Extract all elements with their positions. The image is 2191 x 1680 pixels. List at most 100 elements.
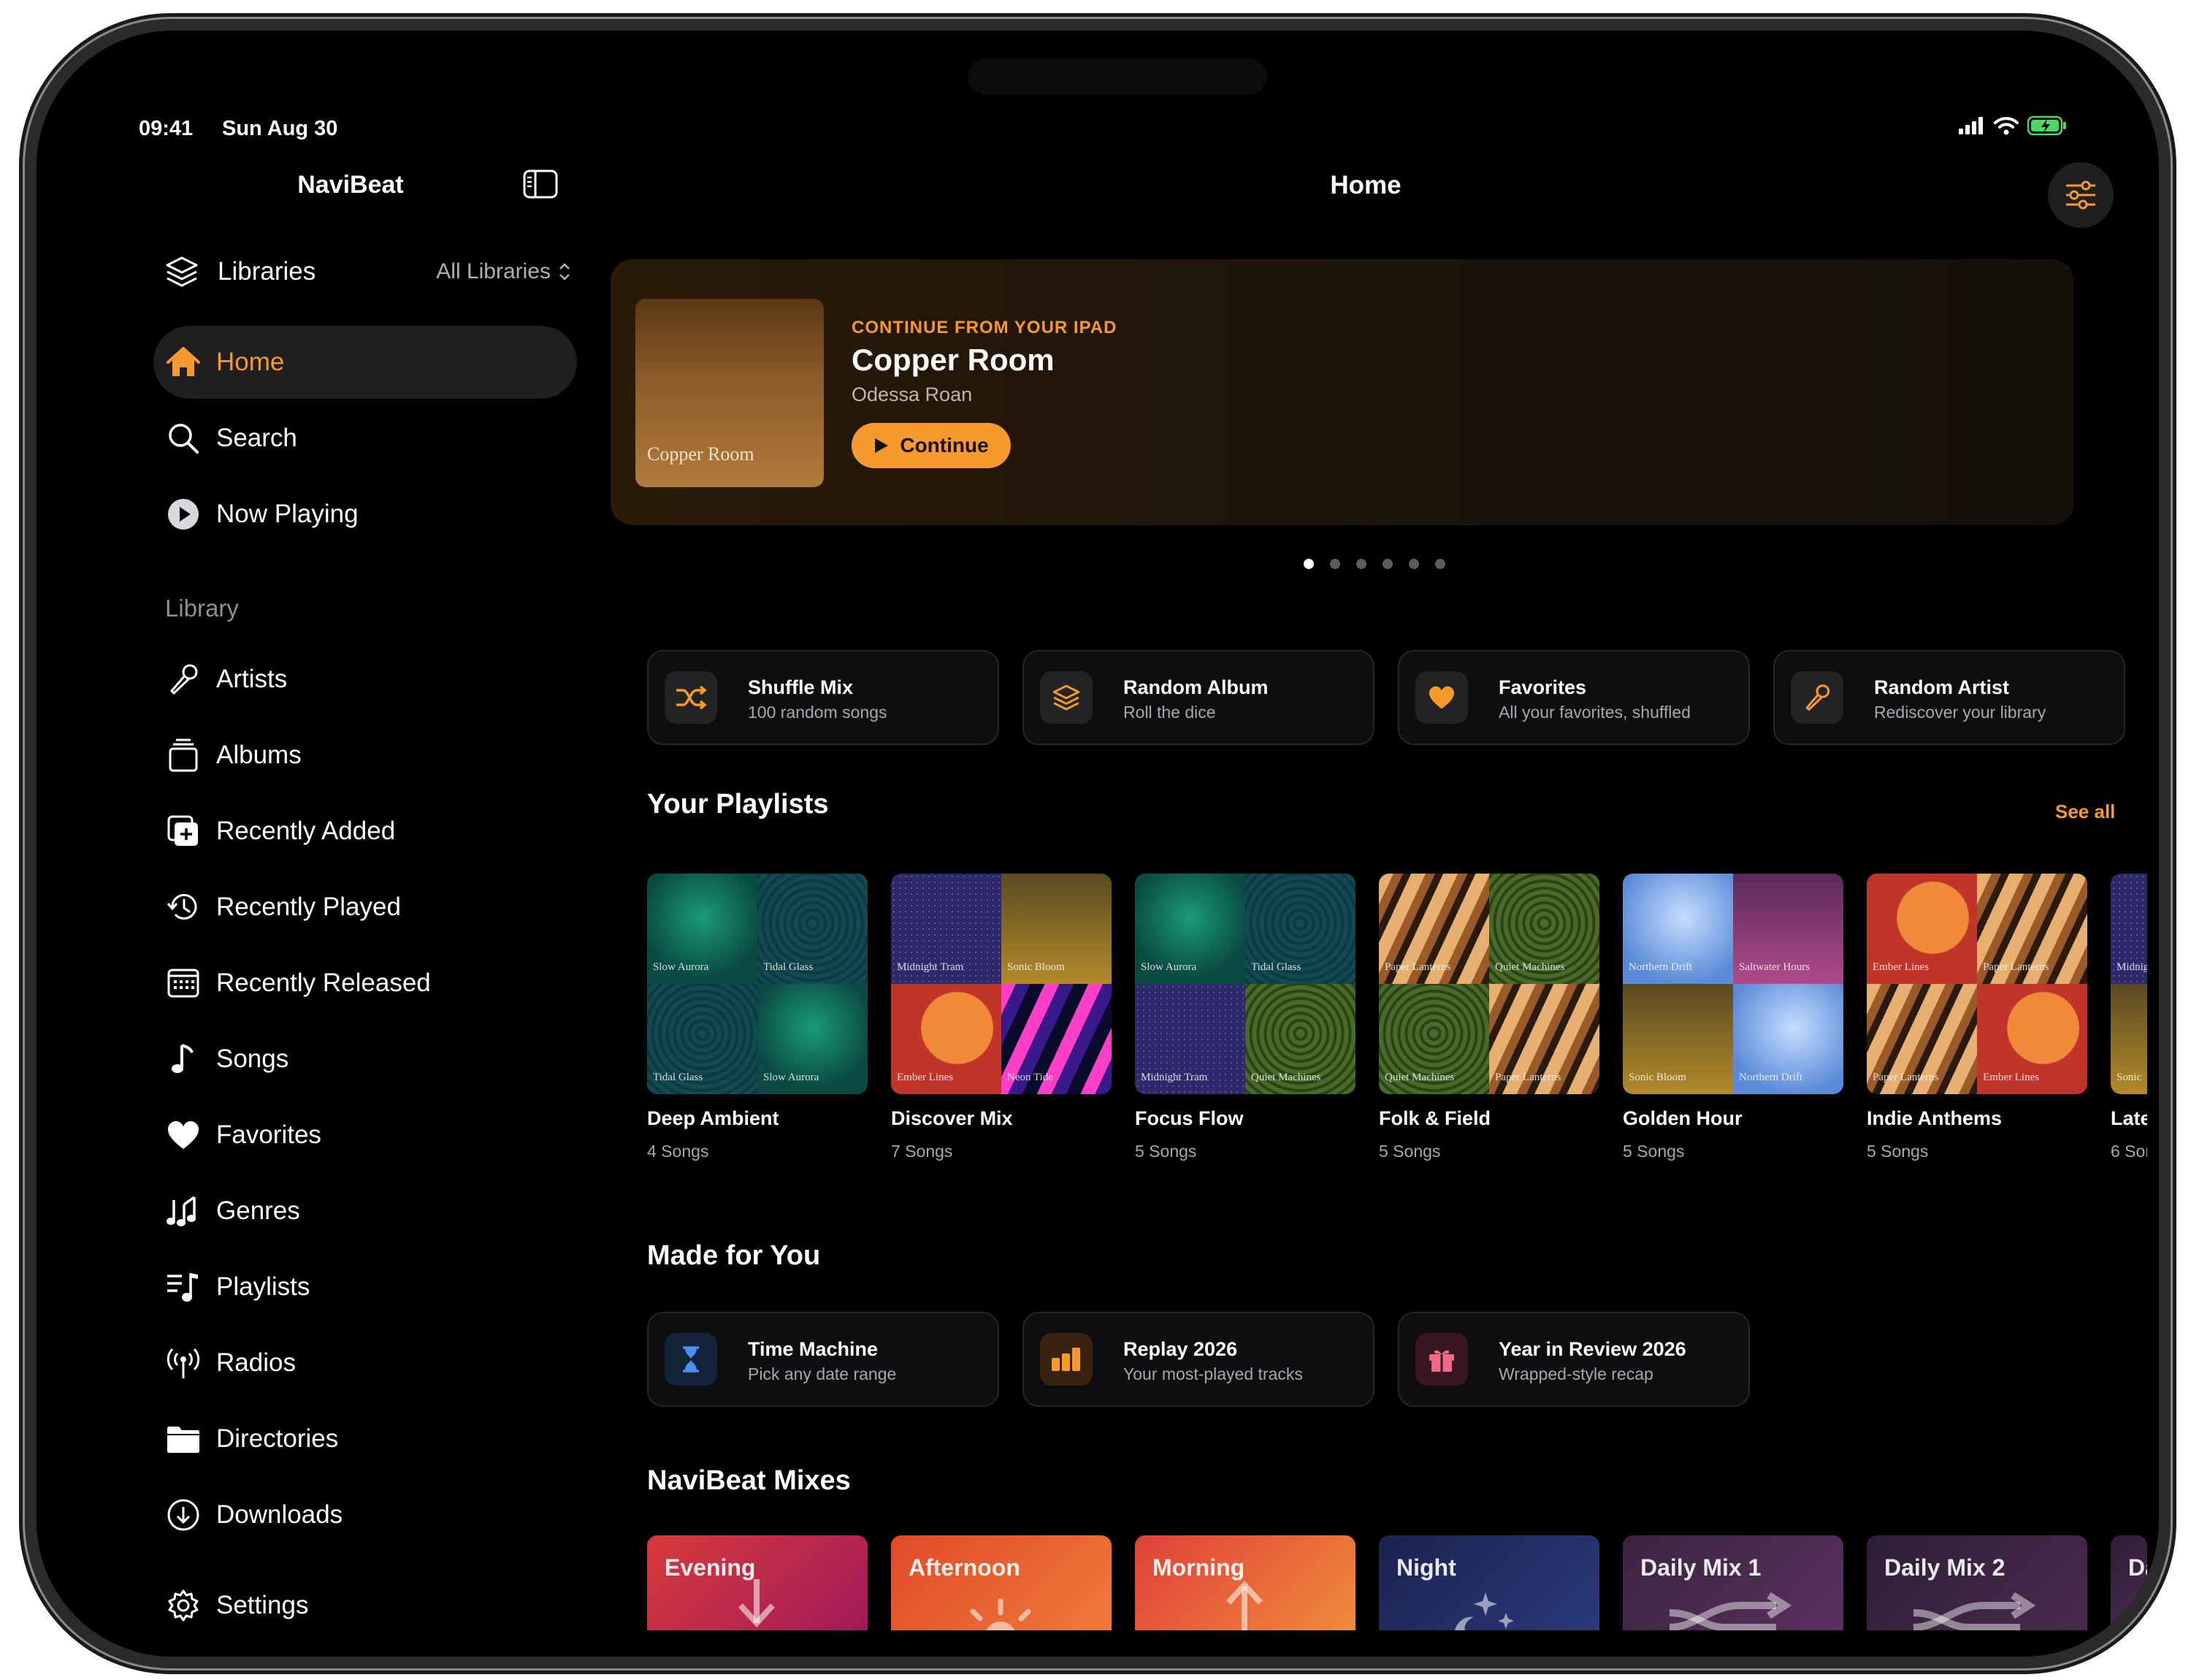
card-subtitle: 100 random songs: [748, 703, 887, 722]
mix-title: Daily Mix 1: [1640, 1554, 1762, 1581]
card-subtitle: All your favorites, shuffled: [1499, 703, 1691, 722]
mix-title: Evening: [665, 1554, 756, 1581]
libraries-selector[interactable]: Libraries All Libraries: [164, 250, 571, 294]
favorites-card[interactable]: Favorites All your favorites, shuffled: [1398, 650, 1750, 745]
heart-icon: [1415, 671, 1468, 724]
tile-label: Paper Lanterns: [1385, 961, 1451, 973]
mix-card[interactable]: Afternoon: [891, 1535, 1112, 1630]
carousel-page-dots[interactable]: [1304, 559, 1445, 569]
random-artist-card[interactable]: Random Artist Rediscover your library: [1773, 650, 2125, 745]
card-subtitle: Roll the dice: [1123, 703, 1216, 722]
bar-chart-icon: [1040, 1333, 1093, 1386]
libraries-value-text: All Libraries: [436, 259, 551, 283]
tile-label: Quiet Machines: [1251, 1072, 1321, 1083]
sidebar-item-now-playing[interactable]: Now Playing: [153, 478, 577, 551]
page-dot[interactable]: [1330, 559, 1340, 569]
art-tile: Midnig: [2111, 874, 2147, 984]
cellular-icon: [1959, 117, 1983, 134]
art-tile: Slow Aurora: [1135, 874, 1245, 984]
mix-card[interactable]: Daily Mix 2: [1867, 1535, 2087, 1630]
mix-card[interactable]: Night: [1379, 1535, 1599, 1630]
sidebar-item-radios[interactable]: Radios: [153, 1326, 577, 1400]
sidebar-toggle-icon[interactable]: [523, 169, 558, 199]
art-tile: Saltwater Hours: [1733, 874, 1843, 984]
ipad-frame: 09:41 Sun Aug 30 NaviBeat Libraries All …: [25, 19, 2171, 1668]
art-tile: Midnight Tram: [891, 874, 1001, 984]
mix-card[interactable]: Morning: [1135, 1535, 1355, 1630]
libraries-label: Libraries: [218, 257, 316, 286]
sidebar-item-label: Downloads: [216, 1500, 343, 1529]
playlist-card[interactable]: Ember Lines Paper Lanterns Paper Lantern…: [1867, 874, 2087, 1161]
see-all-link[interactable]: See all: [2055, 801, 2115, 823]
sidebar-item-genres[interactable]: Genres: [153, 1175, 577, 1248]
art-tile: Paper Lanterns: [1379, 874, 1489, 984]
page-dot[interactable]: [1356, 559, 1366, 569]
shuffle-mix-card[interactable]: Shuffle Mix 100 random songs: [647, 650, 999, 745]
art-tile: Quiet Machines: [1379, 984, 1489, 1094]
playlist-card[interactable]: Paper Lanterns Quiet Machines Quiet Mach…: [1379, 874, 1599, 1161]
tile-label: Ember Lines: [1983, 1072, 2040, 1083]
playlist-art: Midnig Sonic: [2111, 874, 2147, 1094]
sidebar-item-albums[interactable]: Albums: [153, 719, 577, 792]
sidebar-item-artists[interactable]: Artists: [153, 643, 577, 716]
sidebar-item-favorites[interactable]: Favorites: [153, 1099, 577, 1172]
tile-label: Quiet Machines: [1495, 961, 1565, 973]
sidebar-item-home[interactable]: Home: [153, 326, 577, 399]
art-tile: Northern Drift: [1733, 984, 1843, 1094]
tile-label: Ember Lines: [897, 1072, 954, 1083]
wifi-icon: [1994, 117, 2019, 135]
playlist-card[interactable]: Midnig Sonic Late 6 Son: [2111, 874, 2147, 1161]
hero-album-art[interactable]: Copper Room: [635, 299, 824, 487]
playlist-card[interactable]: Northern Drift Saltwater Hours Sonic Blo…: [1623, 874, 1843, 1161]
mix-title: Night: [1396, 1554, 1456, 1581]
sidebar-item-recently-played[interactable]: Recently Played: [153, 871, 577, 944]
card-subtitle: Rediscover your library: [1874, 703, 2046, 722]
replay-card[interactable]: Replay 2026 Your most-played tracks: [1022, 1312, 1374, 1407]
art-tile: Tidal Glass: [647, 984, 757, 1094]
sidebar-item-recently-released[interactable]: Recently Released: [153, 947, 577, 1020]
mix-card[interactable]: Evening: [647, 1535, 868, 1630]
art-tile: Slow Aurora: [647, 874, 757, 984]
continue-card[interactable]: Copper Room CONTINUE FROM YOUR IPAD Copp…: [611, 259, 2074, 525]
mix-card[interactable]: Da: [2111, 1535, 2147, 1630]
sidebar-item-songs[interactable]: Songs: [153, 1023, 577, 1096]
sidebar-item-downloads[interactable]: Downloads: [153, 1478, 577, 1551]
tile-label: Paper Lanterns: [1495, 1072, 1561, 1083]
sidebar-item-settings[interactable]: Settings: [153, 1569, 577, 1642]
sidebar-item-label: Playlists: [216, 1272, 310, 1301]
playlist-card[interactable]: Midnight Tram Sonic Bloom Ember Lines Ne…: [891, 874, 1112, 1161]
tile-label: Tidal Glass: [653, 1072, 703, 1083]
playlist-card[interactable]: Slow Aurora Tidal Glass Midnight Tram Qu…: [1135, 874, 1355, 1161]
continue-button[interactable]: Continue: [852, 423, 1011, 468]
random-album-card[interactable]: Random Album Roll the dice: [1022, 650, 1374, 745]
magnifier-icon: [165, 420, 202, 457]
playlist-count: 5 Songs: [1867, 1142, 1929, 1161]
libraries-value[interactable]: All Libraries: [436, 259, 571, 284]
sidebar: NaviBeat Libraries All Libraries Home Se…: [37, 31, 577, 1657]
mix-card[interactable]: Daily Mix 1: [1623, 1535, 1843, 1630]
tile-label: Slow Aurora: [653, 961, 709, 973]
chevron-up-down-icon: [559, 263, 570, 280]
playlist-card[interactable]: Slow Aurora Tidal Glass Tidal Glass Slow…: [647, 874, 868, 1161]
sidebar-item-directories[interactable]: Directories: [153, 1402, 577, 1475]
sidebar-item-recently-added[interactable]: Recently Added: [153, 795, 577, 868]
page-dot[interactable]: [1383, 559, 1393, 569]
playlist-count: 5 Songs: [1623, 1142, 1685, 1161]
art-tile: Ember Lines: [1977, 984, 2087, 1094]
tile-label: Sonic Bloom: [1629, 1072, 1686, 1083]
card-subtitle: Pick any date range: [748, 1364, 897, 1383]
shuffle-icon: [665, 671, 717, 724]
page-dot[interactable]: [1304, 559, 1314, 569]
shuffle-icon: [1913, 1592, 2036, 1630]
sidebar-item-playlists[interactable]: Playlists: [153, 1251, 577, 1324]
page-dot[interactable]: [1435, 559, 1445, 569]
tile-label: Midnig: [2117, 961, 2147, 973]
page-dot[interactable]: [1409, 559, 1419, 569]
time-machine-card[interactable]: Time Machine Pick any date range: [647, 1312, 999, 1407]
gear-icon: [165, 1587, 202, 1624]
sidebar-item-search[interactable]: Search: [153, 402, 577, 475]
year-in-review-card[interactable]: Year in Review 2026 Wrapped-style recap: [1398, 1312, 1750, 1407]
art-tile: Paper Lanterns: [1867, 984, 1977, 1094]
arrow-down-icon: [738, 1579, 775, 1627]
filter-button[interactable]: [2048, 162, 2114, 228]
